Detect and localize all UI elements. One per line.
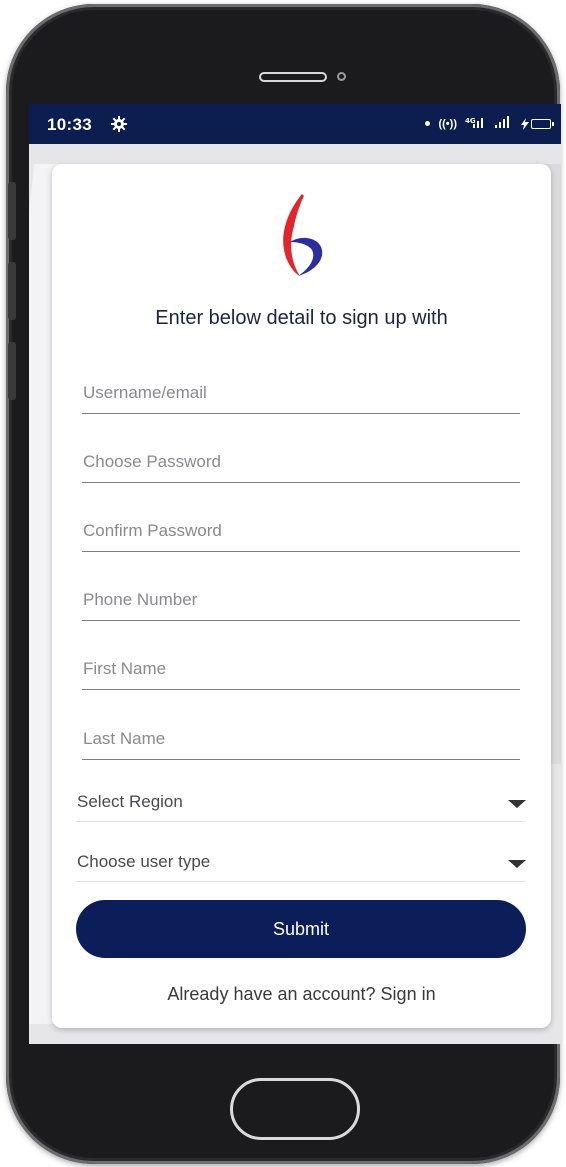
region-select[interactable]: Select Region (76, 788, 526, 822)
signup-card: Enter below detail to sign up with Selec… (52, 164, 551, 1028)
volume-down-button (8, 342, 16, 400)
signal-4g-icon: 4G (465, 116, 487, 131)
volume-up-button (8, 262, 16, 320)
region-select-label: Select Region (77, 792, 183, 811)
last-name-field[interactable] (82, 724, 520, 760)
phone-number-field[interactable] (82, 585, 520, 621)
settings-icon (111, 116, 127, 137)
side-button (8, 182, 16, 240)
password-field[interactable] (82, 447, 520, 483)
front-camera (337, 72, 346, 81)
signal-icon (495, 116, 513, 131)
status-bar: 10:33 ((•)) 4G (29, 104, 561, 144)
first-name-field[interactable] (82, 654, 520, 690)
user-type-select-label: Choose user type (77, 852, 211, 871)
sign-in-link[interactable]: Already have an account? Sign in (52, 984, 551, 1005)
submit-button[interactable]: Submit (76, 900, 526, 958)
status-time: 10:33 (47, 115, 92, 134)
screen: 10:33 ((•)) 4G Enter below detail to sig… (29, 104, 561, 1044)
earpiece-speaker (259, 72, 327, 82)
svg-text:4G: 4G (465, 117, 476, 125)
chevron-down-icon (508, 800, 526, 808)
battery-charging-icon (521, 117, 554, 130)
dot-icon (425, 121, 431, 126)
page-title: Enter below detail to sign up with (155, 307, 448, 329)
app-logo-icon (276, 190, 328, 280)
user-type-select[interactable]: Choose user type (76, 848, 526, 882)
hotspot-icon: ((•)) (438, 117, 457, 130)
confirm-password-field[interactable] (82, 516, 520, 552)
chevron-down-icon (508, 860, 526, 868)
home-button[interactable] (230, 1078, 360, 1140)
status-icons: ((•)) 4G (425, 116, 554, 131)
username-field[interactable] (82, 378, 520, 414)
